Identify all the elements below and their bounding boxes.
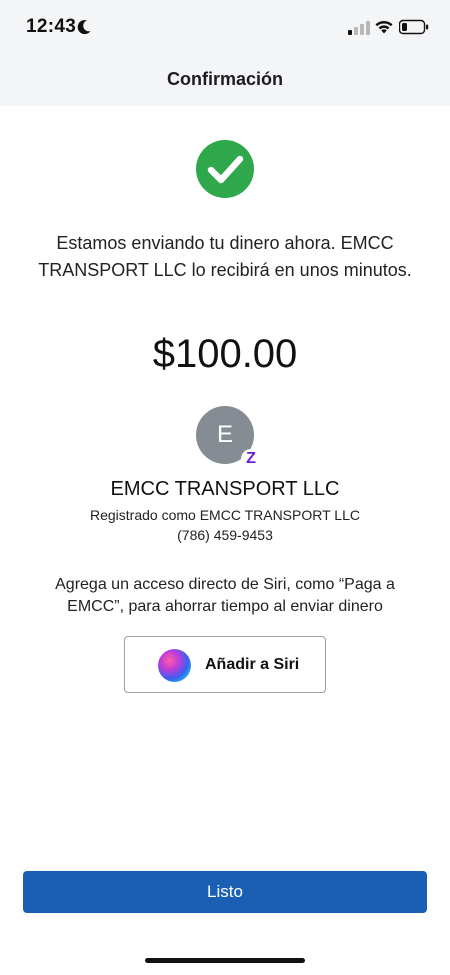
top-area: 12:43 Confirmación — [0, 0, 450, 106]
recipient-name: EMCC TRANSPORT LLC — [110, 478, 340, 500]
wifi-icon — [375, 20, 393, 34]
zelle-badge-icon: Z — [241, 449, 261, 469]
home-indicator — [145, 958, 305, 963]
signal-icon — [348, 21, 370, 35]
add-to-siri-button[interactable]: Añadir a Siri — [124, 636, 326, 693]
check-circle-icon — [196, 140, 254, 198]
done-button[interactable]: Listo — [23, 871, 427, 913]
battery-icon — [399, 19, 429, 35]
page-title: Confirmación — [166, 69, 283, 89]
siri-prompt: Agrega un acceso directo de Siri, como “… — [55, 576, 395, 615]
registered-as: Registrado como EMCC TRANSPORT LLC — [90, 507, 360, 523]
recipient-phone: (786) 459-9453 — [177, 527, 273, 543]
status-bar: 12:43 — [0, 0, 450, 58]
confirmation-message: Estamos enviando tu dinero ahora. EMCC T… — [38, 233, 412, 280]
moon-icon — [77, 20, 91, 35]
status-time: 12:43 — [26, 16, 77, 37]
add-to-siri-label: Añadir a Siri — [205, 656, 300, 673]
siri-icon — [158, 649, 191, 682]
amount: $100.00 — [152, 332, 298, 376]
